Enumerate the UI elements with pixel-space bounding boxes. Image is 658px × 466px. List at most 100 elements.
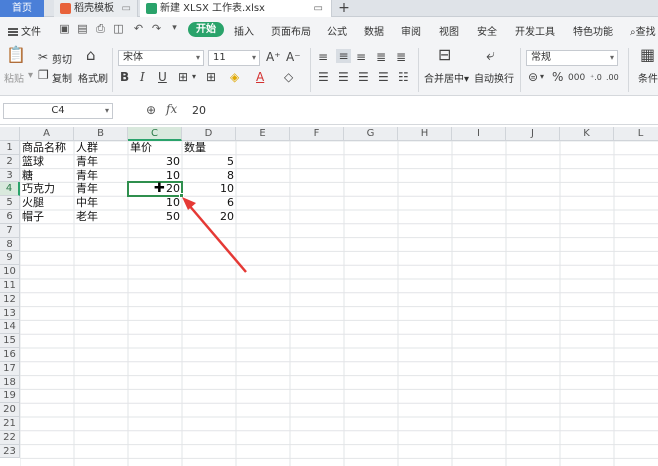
decrease-font-icon[interactable]: A⁻ <box>286 50 301 64</box>
preview-icon[interactable]: ◫ <box>112 22 125 35</box>
row-header-17[interactable]: 17 <box>0 361 20 376</box>
menu-developer[interactable]: 开发工具 <box>515 23 555 38</box>
cell-c3[interactable]: 10 <box>128 169 182 183</box>
close-icon[interactable]: ▭ <box>122 0 131 17</box>
row-header-13[interactable]: 13 <box>0 306 20 321</box>
cell-b3[interactable]: 青年 <box>74 169 128 183</box>
italic-icon[interactable]: I <box>140 70 145 84</box>
row-header-19[interactable]: 19 <box>0 389 20 404</box>
cell-b1[interactable]: 人群 <box>74 141 128 155</box>
cell-a1[interactable]: 商品名称 <box>20 141 74 155</box>
number-format-select[interactable]: 常规 ▾ <box>526 50 618 66</box>
cell-b4[interactable]: 青年 <box>74 182 128 196</box>
row-header-5[interactable]: 5 <box>0 196 20 210</box>
export-icon[interactable]: ▤ <box>76 22 89 35</box>
cell-d1[interactable]: 数量 <box>182 141 236 155</box>
cell-c5[interactable]: 10 <box>128 196 182 210</box>
paste-button[interactable]: 粘贴 <box>4 70 24 85</box>
close-icon[interactable]: ▭ <box>314 0 323 17</box>
row-header-11[interactable]: 11 <box>0 279 20 293</box>
menu-insert[interactable]: 插入 <box>234 23 254 38</box>
column-header-f[interactable]: F <box>290 127 344 141</box>
scissors-icon[interactable]: ✂ <box>38 50 48 64</box>
column-header-a[interactable]: A <box>20 127 74 141</box>
row-header-3[interactable]: 3 <box>0 168 20 183</box>
wrap-text-button[interactable]: 自动换行 <box>474 70 514 85</box>
align-right-icon[interactable]: ☰ <box>358 70 369 84</box>
fill-color-icon[interactable]: ◈ <box>230 70 239 84</box>
cell-b6[interactable]: 老年 <box>74 210 128 224</box>
eraser-icon[interactable]: ◇ <box>284 70 293 84</box>
row-header-21[interactable]: 21 <box>0 417 20 431</box>
menu-features[interactable]: 特色功能 <box>573 23 613 38</box>
increase-font-icon[interactable]: A⁺ <box>266 50 281 64</box>
font-name-select[interactable]: 宋体 ▾ <box>118 50 204 66</box>
cell-d6[interactable]: 20 <box>182 210 236 224</box>
row-header-23[interactable]: 23 <box>0 444 20 459</box>
indent-icon[interactable]: ≣ <box>376 50 386 64</box>
border-icon[interactable]: ⊞ <box>178 70 188 84</box>
copy-icon[interactable]: ❐ <box>38 68 49 82</box>
merge-center-icon[interactable]: ⊟ <box>438 47 451 63</box>
tab-home[interactable]: 首页 <box>0 0 44 17</box>
menu-formula[interactable]: 公式 <box>327 23 347 38</box>
row-header-12[interactable]: 12 <box>0 292 20 307</box>
align-bottom-icon[interactable]: ≡ <box>356 50 366 64</box>
row-header-18[interactable]: 18 <box>0 375 20 390</box>
cell-c2[interactable]: 30 <box>128 155 182 169</box>
column-header-l[interactable]: L <box>614 127 658 141</box>
merge-center-button[interactable]: 合并居中▾ <box>424 70 469 85</box>
justify-icon[interactable]: ☰ <box>378 70 389 84</box>
align-top-icon[interactable]: ≡ <box>318 50 328 64</box>
menu-file[interactable]: 文件 <box>8 23 41 38</box>
row-header-8[interactable]: 8 <box>0 237 20 252</box>
tab-file[interactable]: 新建 XLSX 工作表.xlsx ▭ <box>140 0 332 17</box>
undo-icon[interactable]: ↶ <box>132 22 145 35</box>
row-header-22[interactable]: 22 <box>0 430 20 445</box>
align-middle-icon[interactable]: ≡ <box>336 49 351 63</box>
cell-d5[interactable]: 6 <box>182 196 236 210</box>
wrap-text-icon[interactable]: ⤶ <box>486 47 495 63</box>
menu-security[interactable]: 安全 <box>477 23 497 38</box>
cell-b2[interactable]: 青年 <box>74 155 128 169</box>
format-painter-button[interactable]: 格式刷 <box>78 70 108 85</box>
distribute-icon[interactable]: ☷ <box>398 70 409 84</box>
cell-a4[interactable]: 巧克力 <box>20 182 74 196</box>
print-icon[interactable]: ⎙ <box>94 22 107 35</box>
cell-c6[interactable]: 50 <box>128 210 182 224</box>
grid-icon[interactable]: ⊞ <box>206 70 216 84</box>
bold-icon[interactable]: B <box>120 70 129 84</box>
row-header-14[interactable]: 14 <box>0 320 20 335</box>
increase-decimal-icon[interactable]: ⁺.0 <box>590 71 602 85</box>
align-left-icon[interactable]: ☰ <box>318 70 329 84</box>
cell-a5[interactable]: 火腿 <box>20 196 74 210</box>
new-tab-plus-icon[interactable]: + <box>336 0 352 17</box>
currency-icon[interactable]: ⊜ <box>528 70 538 84</box>
name-box[interactable]: C4 ▾ <box>3 103 113 119</box>
chevron-down-icon[interactable]: ▾ <box>540 70 544 84</box>
tab-template[interactable]: 稻壳模板 ▭ <box>54 0 138 17</box>
menu-search[interactable]: ⌕查找 <box>630 23 656 38</box>
row-header-2[interactable]: 2 <box>0 154 20 169</box>
column-header-c[interactable]: C <box>128 127 182 141</box>
formula-input[interactable]: 20 <box>186 103 654 119</box>
row-header-16[interactable]: 16 <box>0 348 20 362</box>
row-header-15[interactable]: 15 <box>0 334 20 348</box>
row-header-20[interactable]: 20 <box>0 403 20 417</box>
chevron-down-icon[interactable]: ▾ <box>28 70 33 81</box>
column-header-b[interactable]: B <box>74 127 128 141</box>
cell-a6[interactable]: 帽子 <box>20 210 74 224</box>
cell-a2[interactable]: 篮球 <box>20 155 74 169</box>
fill-handle[interactable] <box>179 193 184 199</box>
column-header-g[interactable]: G <box>344 127 398 141</box>
row-header-7[interactable]: 7 <box>0 223 20 238</box>
column-header-h[interactable]: H <box>398 127 452 141</box>
select-all-corner[interactable] <box>0 127 20 141</box>
zoom-icon[interactable]: ⊕ <box>146 103 156 117</box>
column-header-d[interactable]: D <box>182 127 236 141</box>
row-header-1[interactable]: 1 <box>0 141 20 155</box>
underline-icon[interactable]: U <box>158 70 167 84</box>
column-header-e[interactable]: E <box>236 127 290 141</box>
save-icon[interactable]: ▣ <box>58 22 71 35</box>
cut-button[interactable]: 剪切 <box>52 51 72 66</box>
